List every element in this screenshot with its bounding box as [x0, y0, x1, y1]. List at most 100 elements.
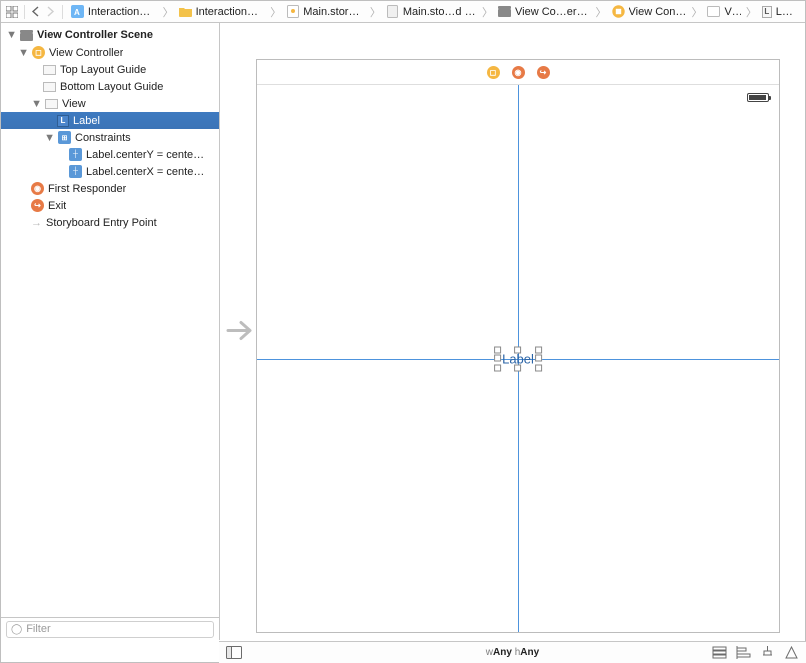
outline-item-label: First Responder: [48, 183, 126, 195]
scene-dock[interactable]: ◻ ◉ ↪: [257, 60, 779, 85]
filter-placeholder: Filter: [26, 623, 50, 635]
folder-icon: [179, 5, 192, 18]
resize-handle[interactable]: [494, 364, 501, 371]
view-controller-frame[interactable]: ◻ ◉ ↪ Label: [256, 59, 780, 633]
resize-handle[interactable]: [535, 355, 542, 362]
outline-item-label: View Controller: [49, 47, 123, 59]
crumb-scene[interactable]: View Co…er Scene: [494, 3, 595, 21]
scene-icon: [20, 29, 33, 42]
toggle-outline-icon[interactable]: [225, 645, 243, 661]
crumb-label: InteractionSample: [88, 6, 158, 18]
resize-handle[interactable]: [535, 364, 542, 371]
entry-arrow-icon: →: [31, 217, 42, 229]
crumb-view[interactable]: View: [703, 3, 744, 21]
outline-exit[interactable]: ↪ Exit: [1, 197, 219, 214]
resize-handle[interactable]: [494, 346, 501, 353]
outline-item-label: Bottom Layout Guide: [60, 81, 163, 93]
crumb-label-text: Label: [776, 6, 797, 18]
chevron-icon: 〉: [162, 4, 175, 20]
viewcontroller-icon: [612, 5, 625, 18]
align-icon[interactable]: [734, 645, 752, 661]
size-w: Any: [493, 647, 512, 658]
outline-item-label: Constraints: [75, 132, 131, 144]
crumb-viewcontroller[interactable]: View Controller: [608, 3, 691, 21]
resize-handle[interactable]: [514, 346, 521, 353]
label-icon: L: [762, 6, 772, 18]
outline-item-label: View: [62, 98, 86, 110]
outline-header-label: View Controller Scene: [37, 29, 153, 41]
filter-input[interactable]: ◯ Filter: [6, 621, 214, 638]
constraint-icon: ┼: [69, 165, 82, 178]
selected-label-element[interactable]: Label: [498, 350, 538, 367]
storyboard-icon: [286, 5, 299, 18]
filter-icon: ◯: [11, 624, 22, 635]
outline-constraint-1[interactable]: ┼ Label.centerY = cente…: [1, 146, 219, 163]
resize-handle[interactable]: [514, 364, 521, 371]
outline-bottom-guide[interactable]: Bottom Layout Guide: [1, 78, 219, 95]
size-class-indicator[interactable]: wAny hAny: [486, 647, 539, 658]
outline-label[interactable]: L Label: [1, 112, 219, 129]
stack-icon[interactable]: [710, 645, 728, 661]
outline-constraints[interactable]: ▼ ⊞ Constraints: [1, 129, 219, 146]
resize-handle[interactable]: [535, 346, 542, 353]
pin-icon[interactable]: [758, 645, 776, 661]
layout-guide-icon: [43, 82, 56, 92]
battery-icon: [747, 93, 769, 102]
disclosure-triangle-icon[interactable]: ▼: [7, 31, 16, 40]
chevron-icon: 〉: [745, 4, 758, 20]
resolve-issues-icon[interactable]: [782, 645, 800, 661]
outline-item-label: Storyboard Entry Point: [46, 217, 157, 229]
viewcontroller-dock-icon[interactable]: ◻: [487, 66, 500, 79]
outline-view[interactable]: ▼ View: [1, 95, 219, 112]
outline-item-label: Label.centerY = cente…: [86, 149, 204, 161]
disclosure-triangle-icon[interactable]: ▼: [19, 48, 28, 57]
forward-button[interactable]: [43, 3, 58, 21]
outline-item-label: Label.centerX = cente…: [86, 166, 204, 178]
constraints-icon: ⊞: [58, 131, 71, 144]
outline-top-guide[interactable]: Top Layout Guide: [1, 61, 219, 78]
outline-entry-point[interactable]: → Storyboard Entry Point: [1, 214, 219, 231]
file-icon: [386, 5, 399, 18]
first-responder-dock-icon[interactable]: ◉: [512, 66, 525, 79]
outline-filter-bar: ◯ Filter: [1, 617, 219, 640]
exit-dock-icon[interactable]: ↪: [537, 66, 550, 79]
project-icon: A: [71, 5, 84, 18]
divider: [24, 5, 25, 19]
crumb-label: Main.storyboard: [303, 6, 365, 18]
crumb-label[interactable]: L Label: [758, 3, 801, 21]
crumb-label: Main.sto…d (Base): [403, 6, 477, 18]
view-body[interactable]: Label: [257, 85, 779, 632]
back-button[interactable]: [29, 3, 44, 21]
constraint-icon: ┼: [69, 148, 82, 161]
crumb-label: View Co…er Scene: [515, 6, 591, 18]
crumb-label: View: [724, 6, 740, 18]
outline-viewcontroller[interactable]: ▼ ◻ View Controller: [1, 44, 219, 61]
chevron-icon: 〉: [269, 4, 282, 20]
document-outline: ▼ View Controller Scene ▼ ◻ View Control…: [1, 23, 220, 640]
crumb-storyboard[interactable]: Main.storyboard: [282, 3, 369, 21]
viewcontroller-icon: ◻: [32, 46, 45, 59]
resize-handle[interactable]: [494, 355, 501, 362]
storyboard-canvas[interactable]: ◻ ◉ ↪ Label: [220, 23, 805, 640]
chevron-icon: 〉: [481, 4, 494, 20]
first-responder-icon: ◉: [31, 182, 44, 195]
canvas-bottom-bar: wAny hAny: [219, 641, 806, 663]
disclosure-triangle-icon[interactable]: ▼: [32, 99, 41, 108]
jump-bar: A InteractionSample 〉 InteractionSample …: [1, 1, 805, 23]
crumb-project[interactable]: A InteractionSample: [67, 3, 162, 21]
related-items-icon[interactable]: [5, 3, 20, 21]
size-h: Any: [520, 647, 539, 658]
outline-first-responder[interactable]: ◉ First Responder: [1, 180, 219, 197]
crumb-label: View Controller: [629, 6, 687, 18]
outline-constraint-2[interactable]: ┼ Label.centerX = cente…: [1, 163, 219, 180]
outline-scene-header[interactable]: ▼ View Controller Scene: [1, 26, 219, 44]
disclosure-triangle-icon[interactable]: ▼: [45, 133, 54, 142]
view-icon: [45, 99, 58, 109]
storyboard-entry-arrow[interactable]: [226, 316, 256, 347]
crumb-folder[interactable]: InteractionSample: [175, 3, 270, 21]
crumb-file[interactable]: Main.sto…d (Base): [382, 3, 481, 21]
label-icon: L: [57, 115, 69, 127]
svg-text:A: A: [74, 8, 80, 17]
crumb-label: InteractionSample: [196, 6, 266, 18]
outline-item-label: Label: [73, 115, 100, 127]
